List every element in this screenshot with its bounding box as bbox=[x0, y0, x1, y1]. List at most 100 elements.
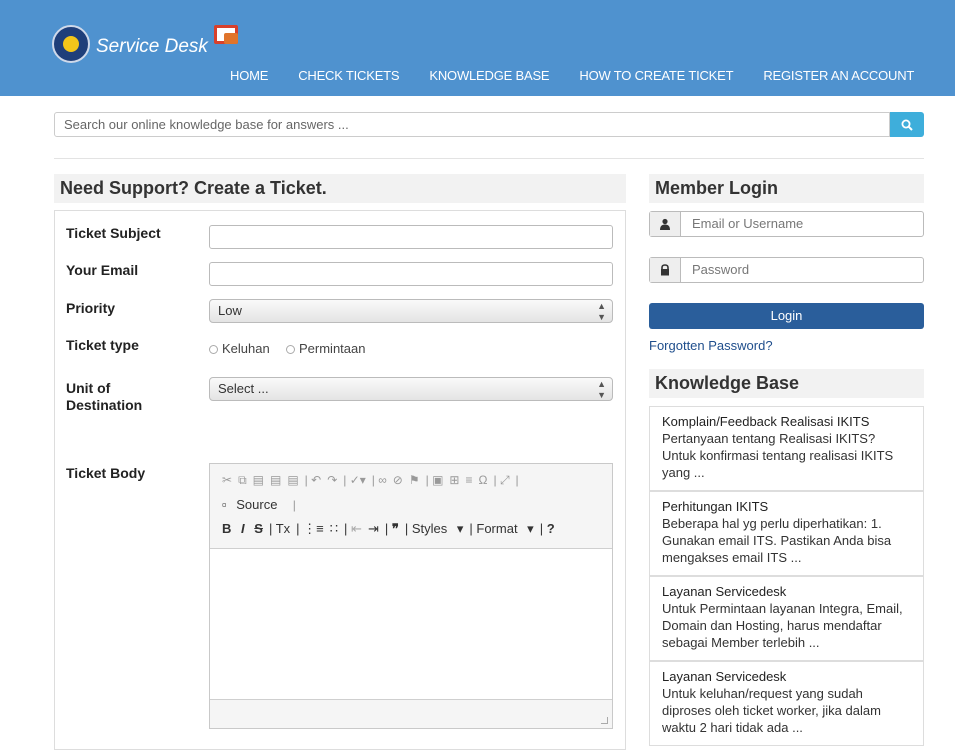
kb-article-excerpt: Beberapa hal yg perlu diperhatikan: 1. G… bbox=[662, 516, 892, 565]
radio-icon bbox=[209, 345, 218, 355]
outdent-icon[interactable]: ⇤ bbox=[351, 521, 362, 536]
nav-how-to-create-ticket[interactable]: HOW TO CREATE TICKET bbox=[579, 68, 733, 83]
table-icon[interactable]: ⊞ bbox=[449, 473, 459, 487]
numbered-list-icon[interactable]: ⋮≡ bbox=[303, 521, 324, 536]
priority-label: Priority bbox=[66, 300, 116, 316]
format-label: Format bbox=[476, 521, 518, 536]
kb-article[interactable]: Layanan Servicedesk Untuk Permintaan lay… bbox=[649, 576, 924, 661]
its-emblem-icon bbox=[52, 25, 90, 63]
remove-format-icon[interactable]: Tx bbox=[276, 521, 290, 536]
paste-text-icon[interactable]: ▤ bbox=[270, 473, 281, 487]
kb-article-excerpt: Untuk keluhan/request yang sudah diprose… bbox=[662, 686, 881, 735]
undo-icon[interactable]: ↶ bbox=[311, 473, 321, 487]
nav-knowledge-base[interactable]: KNOWLEDGE BASE bbox=[429, 68, 549, 83]
unlink-icon[interactable]: ⊘ bbox=[393, 473, 403, 487]
radio-keluhan[interactable]: Keluhan bbox=[209, 341, 270, 356]
unit-destination-value: Select ... bbox=[218, 381, 269, 396]
unit-label-line2: Destination bbox=[66, 397, 143, 413]
lock-icon bbox=[650, 258, 681, 282]
password-placeholder: Password bbox=[692, 262, 750, 277]
select-arrows-icon: ▲ ▼ bbox=[597, 379, 606, 400]
ticket-subject-label: Ticket Subject bbox=[66, 225, 161, 241]
toolbar-row-3: B I S | Tx | ⋮≡ ∷ | ⇤ ⇥ | ❞ | Styles ▾ | Format … bbox=[222, 521, 555, 536]
email-field[interactable] bbox=[209, 262, 613, 286]
ticket-type-label: Ticket type bbox=[66, 337, 139, 353]
main-nav: HOME CHECK TICKETS KNOWLEDGE BASE HOW TO… bbox=[230, 68, 944, 83]
member-login-title: Member Login bbox=[649, 174, 924, 203]
source-button[interactable]: ▫ Source bbox=[222, 497, 283, 512]
brand-name: Service Desk bbox=[96, 36, 208, 57]
username-field[interactable]: Email or Username bbox=[649, 211, 924, 237]
kb-article[interactable]: Layanan Servicedesk Untuk keluhan/reques… bbox=[649, 661, 924, 746]
login-button[interactable]: Login bbox=[649, 303, 924, 329]
chat-bubble-accent-icon bbox=[224, 33, 238, 44]
nav-home[interactable]: HOME bbox=[230, 68, 268, 83]
source-icon: ▫ bbox=[222, 497, 227, 512]
ticket-body-label: Ticket Body bbox=[66, 465, 146, 481]
unit-destination-select[interactable]: Select ... ▲ ▼ bbox=[209, 377, 613, 401]
bold-button[interactable]: B bbox=[222, 521, 231, 536]
radio-icon bbox=[286, 345, 295, 355]
kb-article-title[interactable]: Layanan Servicedesk bbox=[662, 583, 911, 600]
redo-icon[interactable]: ↷ bbox=[327, 473, 337, 487]
link-icon[interactable]: ∞ bbox=[378, 473, 387, 487]
nav-check-tickets[interactable]: CHECK TICKETS bbox=[298, 68, 399, 83]
styles-dropdown[interactable]: Styles ▾ bbox=[412, 521, 464, 536]
kb-article-title[interactable]: Komplain/Feedback Realisasi IKITS bbox=[662, 413, 911, 430]
username-placeholder: Email or Username bbox=[692, 216, 804, 231]
editor-body[interactable] bbox=[210, 549, 612, 699]
radio-keluhan-label: Keluhan bbox=[222, 341, 270, 356]
editor-footer bbox=[210, 699, 612, 728]
site-logo[interactable]: Service Desk bbox=[52, 25, 292, 65]
horizontal-line-icon[interactable]: ≡ bbox=[465, 473, 472, 487]
priority-value: Low bbox=[218, 303, 242, 318]
password-field[interactable]: Password bbox=[649, 257, 924, 283]
paste-icon[interactable]: ▤ bbox=[253, 473, 264, 487]
radio-permintaan-label: Permintaan bbox=[299, 341, 366, 356]
search-input[interactable] bbox=[54, 112, 890, 137]
editor-toolbar: ✂ ⧉ ▤ ▤ ▤ | ↶ ↷ | ✓▾ | ∞ ⊘ ⚑ | ▣ ⊞ ≡ Ω | ⤢ | ▫ Source | … bbox=[210, 464, 612, 549]
ticket-subject-input[interactable] bbox=[209, 225, 613, 249]
user-icon bbox=[650, 212, 681, 236]
toolbar-row-1: ✂ ⧉ ▤ ▤ ▤ | ↶ ↷ | ✓▾ | ∞ ⊘ ⚑ | ▣ ⊞ ≡ Ω | ⤢ | bbox=[222, 473, 519, 487]
forgot-password-link[interactable]: Forgotten Password? bbox=[649, 338, 773, 353]
rich-text-editor: ✂ ⧉ ▤ ▤ ▤ | ↶ ↷ | ✓▾ | ∞ ⊘ ⚑ | ▣ ⊞ ≡ Ω | ⤢ | ▫ Source | … bbox=[209, 463, 613, 729]
blockquote-icon[interactable]: ❞ bbox=[392, 521, 399, 536]
toolbar-row-2: ▫ Source | bbox=[222, 497, 296, 512]
kb-article-title[interactable]: Layanan Servicedesk bbox=[662, 668, 911, 685]
help-button[interactable]: ? bbox=[547, 521, 555, 536]
spellcheck-icon[interactable]: ✓▾ bbox=[350, 473, 366, 487]
strike-button[interactable]: S bbox=[254, 521, 263, 536]
image-icon[interactable]: ▣ bbox=[432, 473, 443, 487]
format-dropdown[interactable]: Format ▾ bbox=[476, 521, 533, 536]
kb-article-excerpt: Untuk Permintaan layanan Integra, Email,… bbox=[662, 601, 903, 650]
priority-select[interactable]: Low ▲ ▼ bbox=[209, 299, 613, 323]
copy-icon[interactable]: ⧉ bbox=[238, 473, 247, 487]
ticket-form-title: Need Support? Create a Ticket. bbox=[54, 174, 626, 203]
kb-article-title[interactable]: Perhitungan IKITS bbox=[662, 498, 911, 515]
unit-label-line1: Unit of bbox=[66, 380, 111, 396]
email-label: Your Email bbox=[66, 262, 139, 278]
maximize-icon[interactable]: ⤢ bbox=[500, 473, 510, 487]
kb-article[interactable]: Perhitungan IKITS Beberapa hal yg perlu … bbox=[649, 491, 924, 576]
nav-register-account[interactable]: REGISTER AN ACCOUNT bbox=[763, 68, 914, 83]
search-icon bbox=[901, 119, 913, 131]
indent-icon[interactable]: ⇥ bbox=[368, 521, 379, 536]
radio-permintaan[interactable]: Permintaan bbox=[286, 341, 365, 356]
special-char-icon[interactable]: Ω bbox=[479, 473, 488, 487]
select-arrows-icon: ▲ ▼ bbox=[597, 301, 606, 322]
source-label: Source bbox=[236, 497, 278, 512]
anchor-flag-icon[interactable]: ⚑ bbox=[409, 473, 420, 487]
member-login-panel: Email or Username Password Login Forgott… bbox=[649, 202, 924, 353]
search-bar bbox=[54, 112, 924, 137]
bulleted-list-icon[interactable]: ∷ bbox=[330, 521, 338, 536]
kb-article-excerpt: Pertanyaan tentang Realisasi IKITS? Untu… bbox=[662, 431, 894, 480]
resize-grip-icon[interactable] bbox=[601, 717, 608, 724]
knowledge-base-title: Knowledge Base bbox=[649, 369, 924, 398]
kb-article[interactable]: Komplain/Feedback Realisasi IKITS Pertan… bbox=[649, 406, 924, 491]
divider bbox=[54, 158, 924, 159]
paste-word-icon[interactable]: ▤ bbox=[287, 473, 298, 487]
italic-button[interactable]: I bbox=[241, 521, 245, 536]
search-button[interactable] bbox=[890, 112, 924, 137]
cut-icon[interactable]: ✂ bbox=[222, 473, 232, 487]
